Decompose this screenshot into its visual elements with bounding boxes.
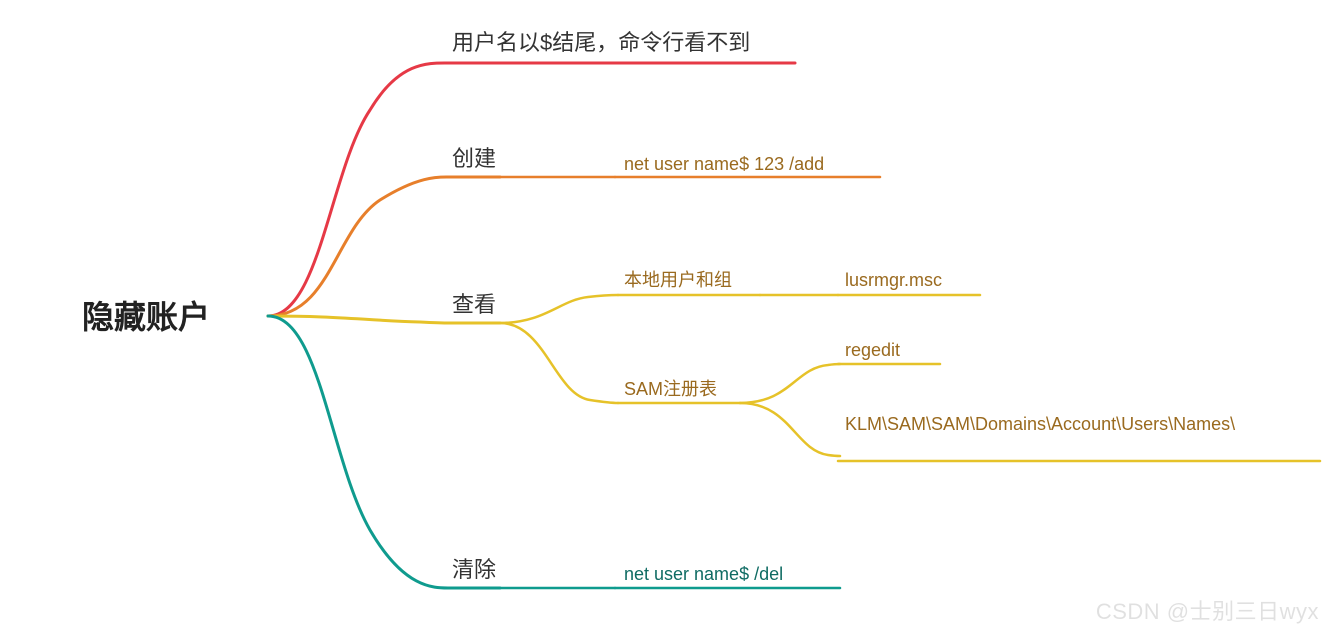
leaf-lusrmgr: lusrmgr.msc <box>845 268 942 292</box>
branch-view: 查看 <box>452 290 496 320</box>
watermark: CSDN @士别三日wyx <box>1096 594 1319 626</box>
leaf-registry-path: KLM\SAM\SAM\Domains\Account\Users\Names\ <box>845 412 1315 436</box>
node-local-users-and-groups: 本地用户和组 <box>624 268 732 292</box>
branch-delete: 清除 <box>452 555 496 585</box>
branch-hidden-username: 用户名以$结尾，命令行看不到 <box>452 28 750 58</box>
leaf-delete-command: net user name$ /del <box>624 562 783 586</box>
leaf-create-command: net user name$ 123 /add <box>624 152 824 176</box>
branch-create: 创建 <box>452 144 496 174</box>
node-sam-registry: SAM注册表 <box>624 377 717 401</box>
leaf-regedit: regedit <box>845 338 900 362</box>
root-node: 隐藏账户 <box>82 296 210 339</box>
